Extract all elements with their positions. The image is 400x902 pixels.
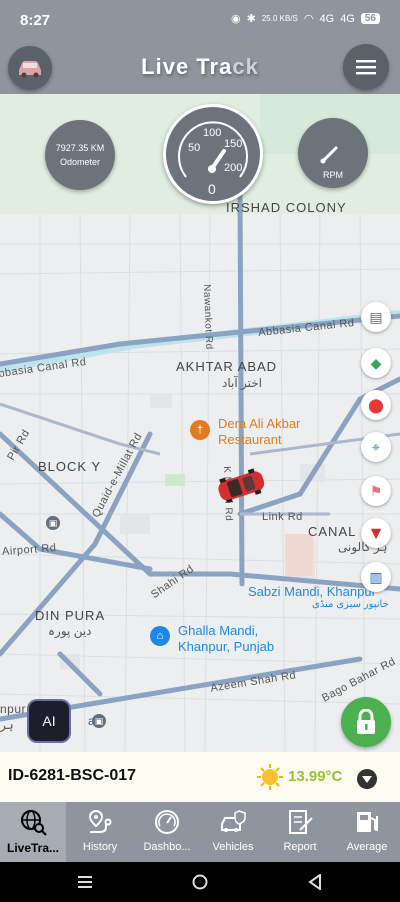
crosshair-icon: ⌖	[372, 438, 380, 455]
sunny-weather-icon	[257, 764, 283, 790]
nav-livetrack[interactable]: LiveTra...	[0, 802, 66, 862]
ai-assistant-button[interactable]: AI	[29, 701, 69, 741]
ai-button-label: AI	[42, 713, 56, 729]
map-label-block-y: BLOCK Y	[38, 459, 102, 474]
map-label-khanpur-urdu: ہر	[0, 718, 14, 732]
odometer-gauge: 7927.35 KM Odometer	[45, 120, 115, 190]
shopping-cart-icon: ⌂	[150, 626, 170, 646]
speed-tick-200: 200	[224, 162, 243, 174]
back-icon[interactable]	[308, 874, 322, 890]
map-label-din-pura: DIN PURA	[35, 608, 106, 623]
route-pin-icon: ⚑	[369, 482, 383, 499]
odometer-value: 7927.35 KM	[55, 143, 105, 153]
system-nav-bar	[0, 862, 400, 902]
lock-icon	[357, 709, 375, 734]
nav-label-history: History	[82, 841, 118, 853]
my-location-button[interactable]: ⌖	[361, 432, 391, 462]
nav-label-livetrack: LiveTra...	[6, 841, 60, 855]
traffic-signal-button[interactable]: ⬤	[361, 390, 391, 420]
recent-apps-icon[interactable]	[78, 875, 92, 889]
nav-label-vehicles: Vehicles	[212, 841, 254, 853]
map-label-nawankot-rd: Nawankot Rd	[201, 284, 215, 350]
map-label-link-rd: Link Rd	[262, 511, 303, 523]
page-title: Live Track	[141, 54, 259, 79]
status-bar: 8:27 ◉ ✱ 25.0 KB/S ◠ 4G 4G 56	[0, 0, 400, 42]
bottom-nav: LiveTra... History Dashbo... Vehicles Re…	[0, 802, 400, 862]
map-label-akhtar-abad-urdu: اختر آباد	[222, 376, 263, 390]
nav-history[interactable]: History	[67, 802, 133, 862]
guide-button[interactable]: ▥	[361, 562, 391, 592]
vehicle-marker-icon[interactable]	[214, 468, 268, 502]
wifi-icon: ◠	[303, 13, 314, 25]
rpm-label: RPM	[323, 170, 343, 180]
car-front-icon: ▤	[369, 308, 383, 325]
vehicle-id: ID-6281-BSC-017	[8, 767, 137, 784]
traffic-car-button[interactable]: ▤	[361, 302, 391, 332]
app-bar: Live Track	[0, 42, 400, 94]
car-shield-icon	[221, 810, 246, 832]
map-pin-icon: ▼	[367, 522, 385, 543]
speedometer-icon	[155, 810, 179, 834]
home-icon[interactable]	[192, 874, 208, 890]
status-icons: ◉ ✱ 25.0 KB/S ◠ 4G 4G 56	[231, 12, 380, 25]
battery-indicator: 56	[360, 13, 380, 24]
expand-dropdown-button[interactable]	[357, 769, 377, 789]
speed-value: 0	[208, 181, 216, 197]
map-view[interactable]: IRSHAD COLONY Nawankot Rd Abbasia Canal …	[0, 94, 400, 752]
rpm-gauge: RPM	[298, 118, 368, 188]
map-label-khanpur: npur	[0, 702, 27, 716]
bluetooth-icon: ✱	[246, 13, 256, 25]
book-icon: ▥	[369, 568, 383, 585]
location-status-icon: ◉	[231, 13, 241, 25]
speed-tick-50: 50	[188, 142, 201, 154]
nav-label-report: Report	[283, 841, 317, 853]
route-button[interactable]: ⚑	[361, 476, 391, 506]
report-icon	[289, 810, 313, 834]
location-pin-button[interactable]: ▼	[361, 518, 391, 548]
nav-average[interactable]: Average	[334, 802, 400, 862]
nav-vehicles[interactable]: Vehicles	[200, 802, 266, 862]
hamburger-icon	[356, 60, 376, 75]
menu-button[interactable]	[343, 44, 389, 90]
map-label-din-pura-urdu: دین پورہ	[48, 624, 92, 638]
google-maps-button[interactable]: ◆	[361, 348, 391, 378]
nav-report[interactable]: Report	[267, 802, 333, 862]
signal-2: 4G	[340, 12, 355, 25]
temperature: 13.99°C	[288, 768, 343, 785]
map-label-akhtar-abad: AKHTAR ABAD	[176, 359, 278, 374]
nav-label-dashboard: Dashbo...	[143, 841, 191, 853]
globe-search-icon	[21, 810, 47, 836]
nav-label-average: Average	[346, 841, 388, 853]
bus-stop-icon: ▣	[46, 516, 60, 530]
fuel-pump-icon	[357, 812, 378, 832]
net-speed: 25.0 KB/S	[261, 14, 298, 23]
map-label-irshad-colony: IRSHAD COLONY	[226, 200, 347, 215]
signal-1: 4G	[319, 12, 335, 25]
bus-stop-icon-2: ▣	[92, 714, 106, 728]
speed-tick-150: 150	[224, 138, 243, 150]
speed-tick-100: 100	[203, 127, 222, 139]
status-time: 8:27	[20, 12, 51, 29]
vehicle-info-bar: ID-6281-BSC-017 13.99°C	[0, 752, 400, 802]
route-pin-icon	[88, 809, 112, 833]
google-maps-icon: ◆	[370, 354, 382, 371]
restaurant-icon: †	[190, 420, 210, 440]
odometer-label: Odometer	[59, 157, 101, 167]
lock-button[interactable]	[341, 697, 391, 747]
traffic-light-icon: ⬤	[368, 396, 384, 413]
speedometer-gauge: 50 100 150 200 0	[163, 104, 263, 204]
nav-dashboard[interactable]: Dashbo...	[134, 802, 200, 862]
